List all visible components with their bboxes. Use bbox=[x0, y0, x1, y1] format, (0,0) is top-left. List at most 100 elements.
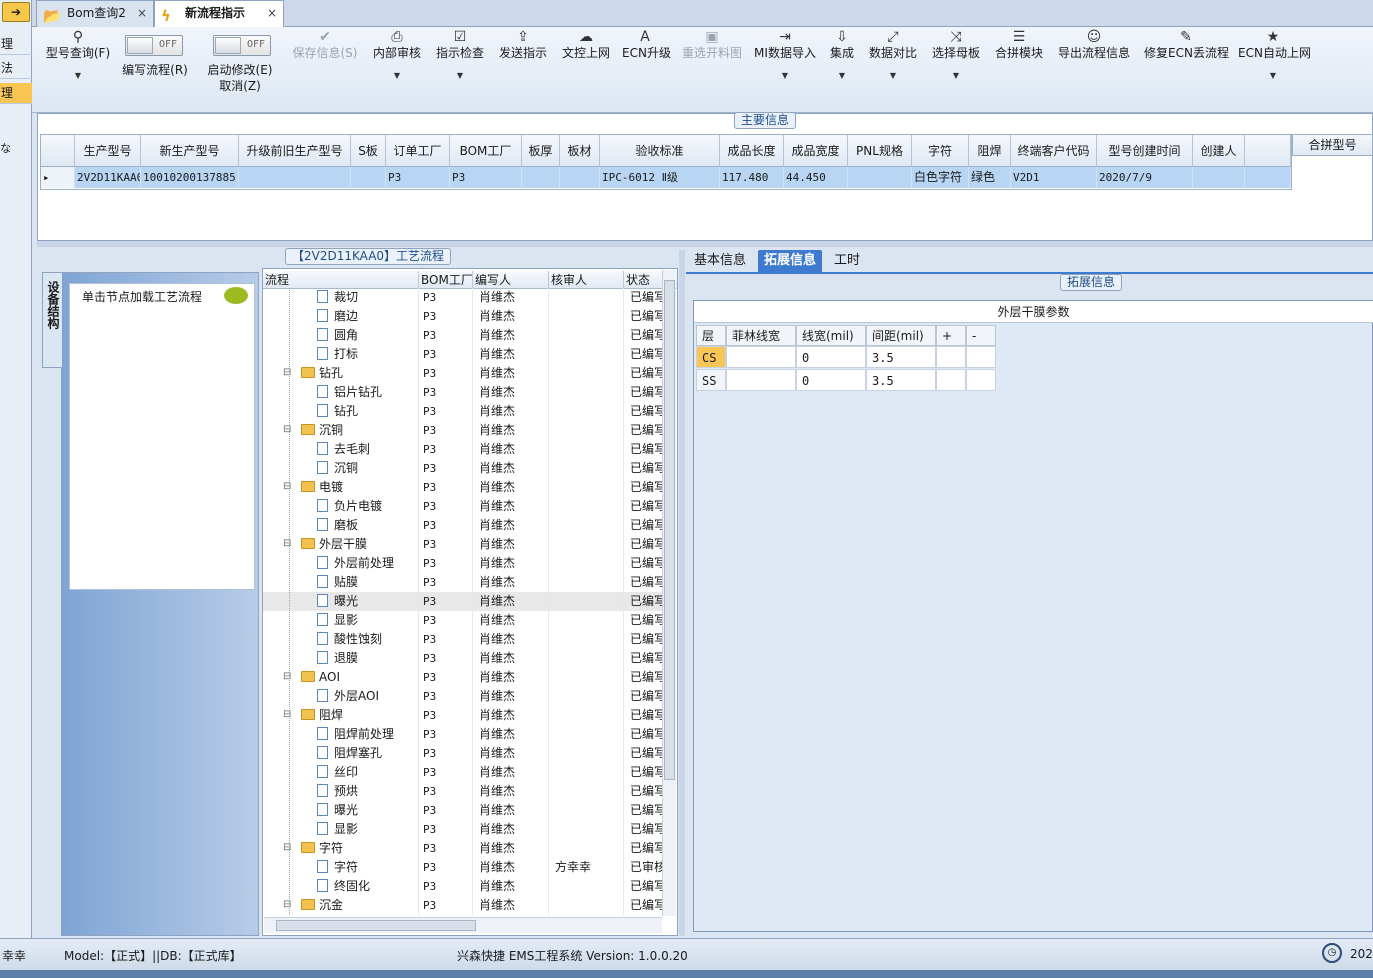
table-cell[interactable]: 白色字符 bbox=[912, 167, 969, 188]
bom-factory-cell[interactable]: P3 bbox=[419, 288, 473, 307]
reviewer-cell[interactable] bbox=[549, 459, 624, 478]
tree-node[interactable]: 铝片钻孔 bbox=[263, 383, 419, 402]
writer-cell[interactable]: 肖维杰 bbox=[473, 725, 549, 744]
writer-cell[interactable]: 肖维杰 bbox=[473, 497, 549, 516]
reviewer-cell[interactable] bbox=[549, 687, 624, 706]
status-cell[interactable]: 已编写 bbox=[624, 782, 664, 801]
tree-node[interactable]: 外层AOI bbox=[263, 687, 419, 706]
status-cell[interactable]: 已编写 bbox=[624, 307, 664, 326]
status-cell[interactable]: 已编写 bbox=[624, 725, 664, 744]
writer-cell[interactable]: 肖维杰 bbox=[473, 687, 549, 706]
ecn-auto-upload-button[interactable]: ★ ECN自动上网 ▼ bbox=[1238, 29, 1311, 80]
reviewer-cell[interactable] bbox=[549, 326, 624, 345]
table-cell[interactable]: V2D1 bbox=[1011, 167, 1097, 188]
reviewer-cell[interactable] bbox=[549, 763, 624, 782]
reviewer-cell[interactable] bbox=[549, 801, 624, 820]
writer-cell[interactable]: 肖维杰 bbox=[473, 554, 549, 573]
column-header[interactable]: 间距(mil) bbox=[866, 325, 936, 346]
film-width-cell[interactable] bbox=[726, 369, 796, 391]
integrate-button[interactable]: ⇩ 集成 ▼ bbox=[828, 29, 856, 80]
column-header[interactable]: 层 bbox=[696, 325, 726, 346]
line-width-cell[interactable]: 0 bbox=[796, 369, 866, 391]
reviewer-cell[interactable] bbox=[549, 877, 624, 896]
writer-cell[interactable]: 肖维杰 bbox=[473, 364, 549, 383]
tree-node[interactable]: 磨边 bbox=[263, 307, 419, 326]
writer-cell[interactable]: 肖维杰 bbox=[473, 288, 549, 307]
tab-bom-query[interactable]: 📂 Bom查询2 × bbox=[36, 0, 154, 27]
merge-module-button[interactable]: ☰ 合拼模块 bbox=[994, 29, 1044, 61]
writer-cell[interactable]: 肖维杰 bbox=[473, 592, 549, 611]
reviewer-cell[interactable] bbox=[549, 611, 624, 630]
writer-cell[interactable]: 肖维杰 bbox=[473, 877, 549, 896]
bom-factory-cell[interactable]: P3 bbox=[419, 839, 473, 858]
horizontal-splitter[interactable] bbox=[37, 241, 1373, 247]
internal-review-button[interactable]: ⎙ 内部审核 ▼ bbox=[372, 29, 422, 80]
writer-cell[interactable]: 肖维杰 bbox=[473, 459, 549, 478]
status-cell[interactable]: 已编写 bbox=[624, 459, 664, 478]
bom-factory-cell[interactable]: P3 bbox=[419, 630, 473, 649]
column-header[interactable]: 型号创建时间 bbox=[1097, 135, 1193, 167]
tree-row[interactable]: 终固化 P3 肖维杰 已编写 bbox=[263, 877, 664, 896]
writer-cell[interactable]: 肖维杰 bbox=[473, 516, 549, 535]
node-hint-box[interactable]: 单击节点加载工艺流程 bbox=[69, 283, 255, 590]
spacing-cell[interactable]: 3.5 bbox=[866, 346, 936, 368]
reviewer-cell[interactable] bbox=[549, 421, 624, 440]
tree-row[interactable]: 阻焊前处理 P3 肖维杰 已编写 bbox=[263, 725, 664, 744]
writer-cell[interactable]: 肖维杰 bbox=[473, 801, 549, 820]
tree-row[interactable]: 退膜 P3 肖维杰 已编写 bbox=[263, 649, 664, 668]
bom-factory-cell[interactable]: P3 bbox=[419, 573, 473, 592]
writer-cell[interactable]: 肖维杰 bbox=[473, 345, 549, 364]
bom-factory-cell[interactable]: P3 bbox=[419, 896, 473, 915]
writer-cell[interactable]: 肖维杰 bbox=[473, 630, 549, 649]
status-cell[interactable]: 已编写 bbox=[624, 839, 664, 858]
layer-cell[interactable]: CS bbox=[696, 346, 726, 368]
writer-cell[interactable]: 肖维杰 bbox=[473, 421, 549, 440]
tree-node[interactable]: 阻焊 bbox=[263, 706, 419, 725]
writer-cell[interactable]: 肖维杰 bbox=[473, 668, 549, 687]
tree-row[interactable]: 外层前处理 P3 肖维杰 已编写 bbox=[263, 554, 664, 573]
column-header[interactable]: 订单工厂 bbox=[386, 135, 450, 167]
table-cell[interactable]: P3 bbox=[450, 167, 522, 188]
bom-factory-cell[interactable]: P3 bbox=[419, 592, 473, 611]
tree-row[interactable]: 圆角 P3 肖维杰 已编写 bbox=[263, 326, 664, 345]
model-query-button[interactable]: ⚲ 型号查询(F) ▼ bbox=[44, 29, 112, 80]
status-cell[interactable]: 已编写 bbox=[624, 573, 664, 592]
remove-row-button[interactable]: - bbox=[966, 325, 996, 346]
status-cell[interactable]: 已编写 bbox=[624, 421, 664, 440]
mi-import-button[interactable]: ⇥ MI数据导入 ▼ bbox=[754, 29, 816, 80]
tree-node[interactable]: 丝印 bbox=[263, 763, 419, 782]
tree-node[interactable]: 字符 bbox=[263, 858, 419, 877]
column-header[interactable]: 字符 bbox=[912, 135, 969, 167]
left-nav-item-1[interactable]: 理 bbox=[0, 34, 32, 55]
writer-cell[interactable]: 肖维杰 bbox=[473, 744, 549, 763]
write-flow-toggle[interactable]: OFF bbox=[125, 35, 183, 56]
status-cell[interactable]: 已编写 bbox=[624, 440, 664, 459]
column-header[interactable]: 板厚 bbox=[522, 135, 560, 167]
tree-node[interactable]: 阻焊前处理 bbox=[263, 725, 419, 744]
column-header[interactable]: 状态 bbox=[624, 271, 664, 289]
send-instruction-button[interactable]: ⇪ 发送指示 bbox=[497, 29, 549, 61]
status-cell[interactable]: 已编写 bbox=[624, 402, 664, 421]
reviewer-cell[interactable] bbox=[549, 820, 624, 839]
table-cell[interactable] bbox=[239, 167, 351, 188]
reviewer-cell[interactable] bbox=[549, 839, 624, 858]
bom-factory-cell[interactable]: P3 bbox=[419, 554, 473, 573]
tree-row[interactable]: 磨板 P3 肖维杰 已编写 bbox=[263, 516, 664, 535]
bom-factory-cell[interactable]: P3 bbox=[419, 440, 473, 459]
reviewer-cell[interactable] bbox=[549, 706, 624, 725]
column-header[interactable]: 新生产型号 bbox=[141, 135, 239, 167]
tree-node[interactable]: 曝光 bbox=[263, 801, 419, 820]
tree-node[interactable]: 外层干膜 bbox=[263, 535, 419, 554]
status-cell[interactable]: 已编写 bbox=[624, 611, 664, 630]
bom-factory-cell[interactable]: P3 bbox=[419, 782, 473, 801]
tree-node[interactable]: 磨板 bbox=[263, 516, 419, 535]
table-cell[interactable] bbox=[351, 167, 386, 188]
tree-row[interactable]: ⊟ 沉金 P3 肖维杰 已编写 bbox=[263, 896, 664, 915]
column-header[interactable]: PNL规格 bbox=[848, 135, 912, 167]
tree-node[interactable]: 打标 bbox=[263, 345, 419, 364]
table-cell[interactable] bbox=[848, 167, 912, 188]
scroll-thumb[interactable] bbox=[276, 920, 476, 931]
column-header[interactable]: 线宽(mil) bbox=[796, 325, 866, 346]
reviewer-cell[interactable] bbox=[549, 573, 624, 592]
status-cell[interactable]: 已编写 bbox=[624, 516, 664, 535]
